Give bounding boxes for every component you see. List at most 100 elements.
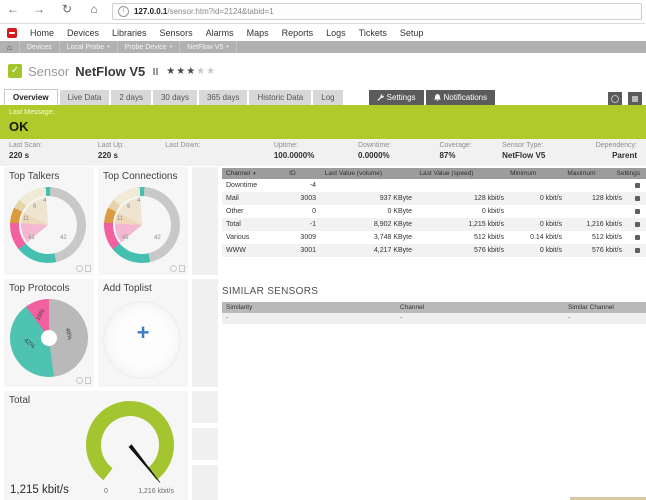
menu-reports[interactable]: Reports [282, 28, 314, 38]
menu-setup[interactable]: Setup [400, 28, 424, 38]
main-menu: Home Devices Libraries Sensors Alarms Ma… [0, 24, 646, 41]
star-empty-icon: ★★ [196, 66, 216, 77]
stat-label: Last Down: [165, 142, 274, 149]
tab-30-days[interactable]: 30 days [153, 90, 197, 105]
priority-stars[interactable]: ★★★★★ [166, 66, 216, 77]
breadcrumb-probe-device[interactable]: Probe Device▾ [118, 41, 181, 53]
last-message-label: Last Message: [9, 109, 637, 116]
menu-logs[interactable]: Logs [326, 28, 346, 38]
toplist-settings-icon[interactable] [76, 377, 83, 384]
forward-icon[interactable]: → [30, 2, 48, 16]
page-info-icon[interactable]: i [118, 6, 129, 17]
menu-sensors[interactable]: Sensors [160, 28, 193, 38]
refresh-icon[interactable]: ↻ [58, 2, 76, 16]
segment-label: 4 [43, 198, 46, 204]
col-channel[interactable]: Channel [400, 304, 568, 311]
menu-tickets[interactable]: Tickets [359, 28, 387, 38]
channel-settings-gear-icon[interactable] [635, 196, 640, 201]
top-connections-donut-chart: 41 42 11 6 4 [104, 187, 180, 263]
cell-channel[interactable]: Mail [222, 195, 280, 202]
toplist-settings-icon[interactable] [76, 265, 83, 272]
channel-settings-gear-icon[interactable] [635, 235, 640, 240]
channel-table: Channel▾ ID Last Value (volume) Last Val… [222, 168, 646, 257]
tab-historic-data[interactable]: Historic Data [249, 90, 311, 105]
channel-table-header: Channel▾ ID Last Value (volume) Last Val… [222, 168, 646, 179]
prtg-logo-icon[interactable] [7, 28, 17, 38]
similar-sensors-title: SIMILAR SENSORS [222, 286, 646, 297]
stop-button[interactable] [628, 92, 642, 105]
notifications-button[interactable]: Notifications [426, 90, 496, 105]
cell-speed: 1,215 kbit/s [412, 221, 504, 228]
col-last-value-speed[interactable]: Last Value (speed) [409, 170, 500, 177]
tab-overview[interactable]: Overview [4, 89, 58, 105]
panel-top-connections[interactable]: Top Connections 41 42 11 6 4 [98, 167, 188, 275]
panel-add-toplist[interactable]: Add Toplist + [98, 279, 188, 387]
menu-alarms[interactable]: Alarms [206, 28, 234, 38]
pause-icon[interactable] [153, 68, 158, 75]
panel-top-protocols[interactable]: Top Protocols 48% 42% 10% [4, 279, 94, 387]
settings-button[interactable]: Settings [369, 90, 424, 105]
home-icon[interactable]: ⌂ [85, 2, 103, 16]
menu-libraries[interactable]: Libraries [112, 28, 147, 38]
tab-log[interactable]: Log [313, 90, 342, 105]
toplist-settings-icon[interactable] [170, 265, 177, 272]
compare-button[interactable] [608, 92, 622, 105]
sensor-header: ✓ Sensor NetFlow V5 ★★★★★ [8, 62, 216, 80]
toplist-delete-icon[interactable] [179, 265, 185, 272]
menu-home[interactable]: Home [30, 28, 54, 38]
col-last-value-volume[interactable]: Last Value (volume) [315, 170, 410, 177]
chevron-down-icon: ▾ [226, 44, 229, 50]
cell-channel[interactable]: WWW [222, 247, 280, 254]
cell-channel[interactable]: Downtime [222, 182, 280, 189]
tab-live-data[interactable]: Live Data [60, 90, 110, 105]
cell-channel[interactable]: Various [222, 234, 280, 241]
col-maximum[interactable]: Maximum [557, 170, 616, 177]
panel-top-talkers[interactable]: Top Talkers 41 42 11 6 4 [4, 167, 94, 275]
cell-max: 512 kbit/s [562, 234, 622, 241]
channel-settings-gear-icon[interactable] [635, 183, 640, 188]
menu-devices[interactable]: Devices [67, 28, 99, 38]
toplist-delete-icon[interactable] [85, 377, 91, 384]
cell-volume: 0 KByte [316, 208, 412, 215]
cell-id: 3003 [280, 195, 316, 202]
segment-label: 4 [137, 198, 140, 204]
toplist-delete-icon[interactable] [85, 265, 91, 272]
cell-channel[interactable]: Total [222, 221, 280, 228]
segment-label: 42 [60, 235, 67, 241]
square-icon [632, 96, 638, 102]
back-icon[interactable]: ← [4, 2, 22, 16]
breadcrumb-netflow-v5[interactable]: NetFlow V5▾ [180, 41, 237, 53]
stat-last-scan: Last Scan:220 s [9, 142, 98, 163]
url-path: /sensor.htm?id=2124&tabid=1 [167, 7, 273, 16]
channel-settings-gear-icon[interactable] [635, 222, 640, 227]
cell-channel[interactable]: Other [222, 208, 280, 215]
col-channel[interactable]: Channel▾ [222, 170, 279, 177]
stat-coverage: Coverage:87% [439, 142, 502, 163]
col-similarity[interactable]: Similarity [222, 304, 400, 311]
breadcrumb-devices[interactable]: Devices [20, 41, 60, 53]
address-bar[interactable]: i 127.0.0.1/sensor.htm?id=2124&tabid=1 [112, 3, 642, 20]
segment-label: 41 [28, 235, 35, 241]
col-label: Channel [226, 170, 250, 177]
cell-volume: 3,748 KByte [316, 234, 412, 241]
chevron-down-icon: ▾ [107, 44, 110, 50]
tab-365-days[interactable]: 365 days [199, 90, 247, 105]
last-message-banner: Last Message: OK [0, 105, 646, 139]
add-toplist-plus-icon[interactable]: + [98, 279, 188, 387]
stat-label: Dependency: [596, 142, 637, 149]
menu-maps[interactable]: Maps [247, 28, 269, 38]
col-minimum[interactable]: Minimum [500, 170, 557, 177]
channel-settings-gear-icon[interactable] [635, 248, 640, 253]
breadcrumb-label: Local Probe [67, 44, 104, 51]
segment-label: 6 [127, 204, 130, 210]
panel-total-gauge[interactable]: Total 0 1,216 kbit/s 1,215 kbit/s [4, 391, 188, 500]
stat-last-down: Last Down: [165, 142, 274, 163]
tab-2-days[interactable]: 2 days [111, 90, 151, 105]
breadcrumb-home[interactable]: ⌂ [0, 41, 20, 53]
wrench-icon [377, 94, 384, 101]
col-similar-channel[interactable]: Similar Channel [568, 304, 646, 311]
breadcrumb-local-probe[interactable]: Local Probe▾ [60, 41, 118, 53]
col-id[interactable]: ID [279, 170, 315, 177]
breadcrumb-label: Devices [27, 44, 52, 51]
channel-settings-gear-icon[interactable] [635, 209, 640, 214]
